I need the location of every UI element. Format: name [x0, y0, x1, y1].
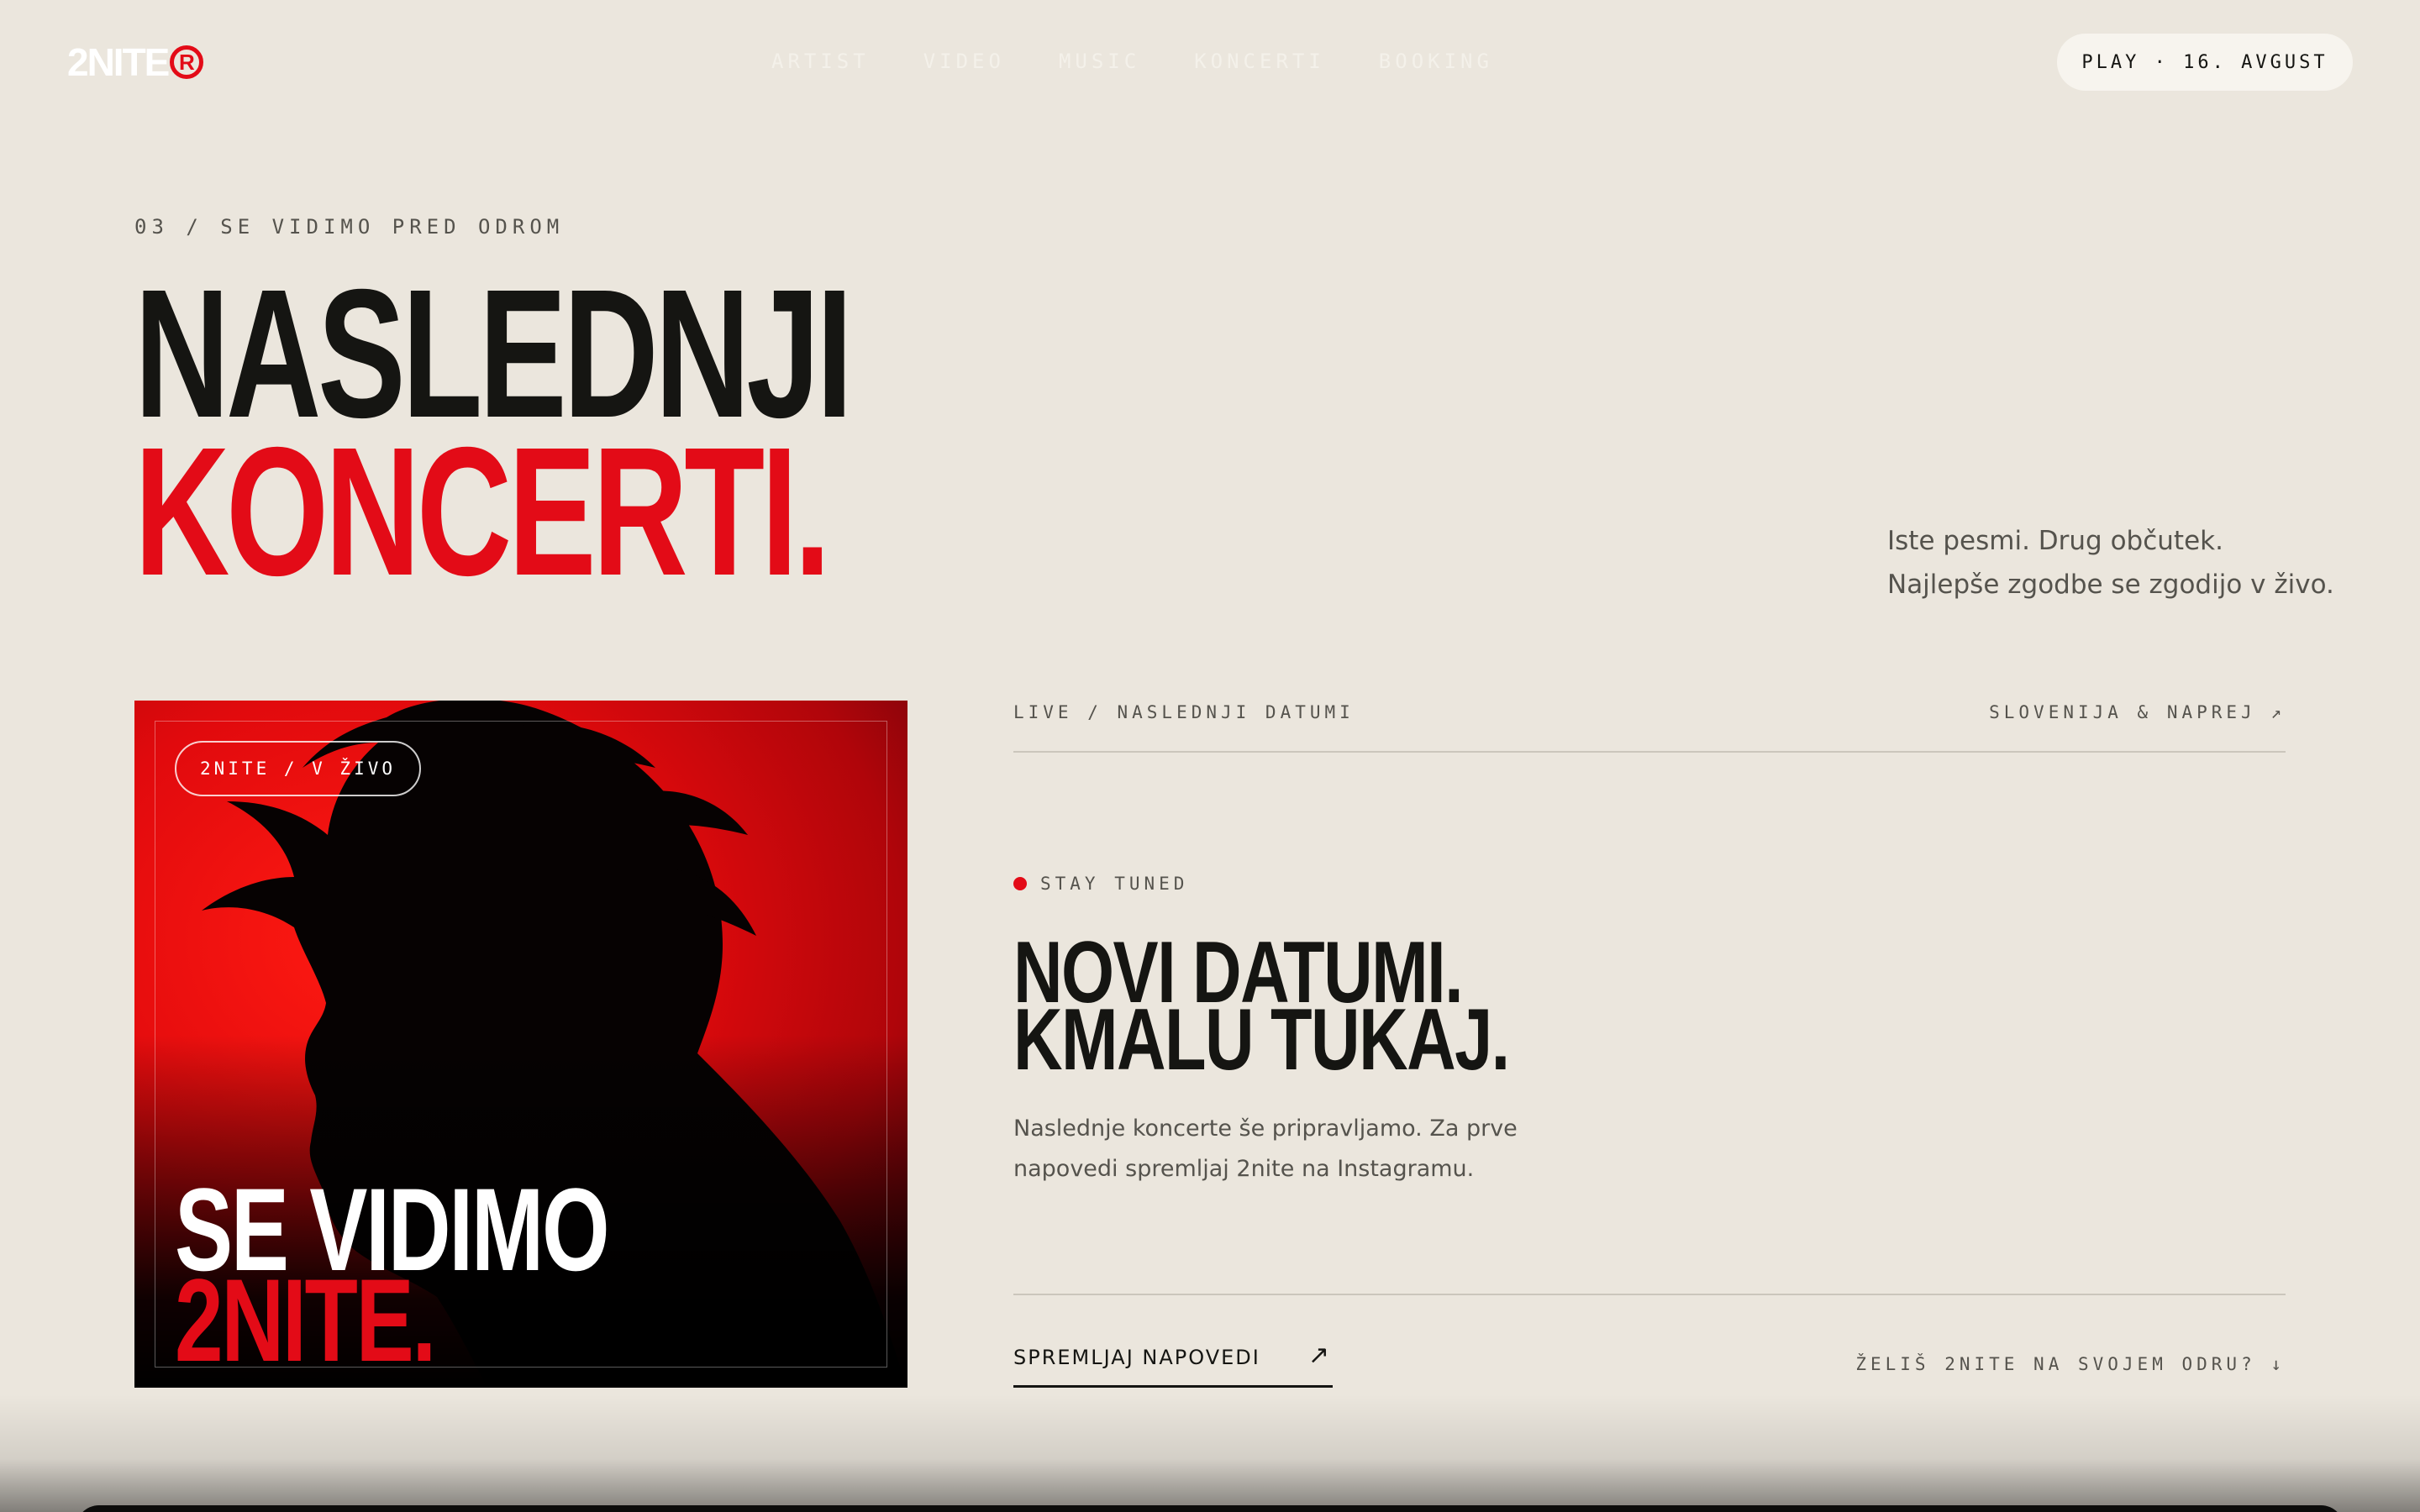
logo-text: 2NITE — [67, 40, 170, 84]
status-text: STAY TUNED — [1040, 874, 1189, 894]
nav-item-koncerti[interactable]: KONCERTI — [1194, 47, 1325, 76]
hero-tagline: Iste pesmi. Drug občutek. Najlepše zgodb… — [1887, 519, 2334, 606]
tagline-line2: Najlepše zgodbe se zgodijo v živo. — [1887, 570, 2334, 600]
divider — [1013, 1294, 2286, 1295]
follow-announcements-button[interactable]: SPREMLJAJ NAPOVEDI ↗ — [1013, 1341, 1333, 1388]
main-nav: ARTIST VIDEO MUSIC KONCERTI BOOKING — [771, 47, 1493, 76]
nav-item-booking[interactable]: BOOKING — [1379, 47, 1493, 76]
nav-item-music[interactable]: MUSIC — [1059, 47, 1140, 76]
registered-mark-icon: R — [170, 45, 204, 79]
nav-item-artist[interactable]: ARTIST — [771, 47, 870, 76]
status-indicator: STAY TUNED — [1013, 874, 1188, 894]
announcement-headline-line2: KMALU TUKAJ. — [1013, 991, 1510, 1089]
logo[interactable]: 2NITE R — [67, 37, 204, 87]
section-eyebrow: 03 / SE VIDIMO PRED ODROM — [134, 215, 565, 239]
region-link[interactable]: SLOVENIJA & NAPREJ ↗ — [1989, 701, 2286, 724]
page-title: NASLEDNJI KONCERTI. — [134, 263, 853, 614]
follow-announcements-label: SPREMLJAJ NAPOVEDI — [1013, 1346, 1260, 1369]
booking-link[interactable]: ŽELIŠ 2NITE NA SVOJEM ODRU? ↓ — [1855, 1354, 2286, 1374]
next-section-edge — [76, 1505, 2344, 1512]
card-badge: 2NITE / V ŽIVO — [175, 741, 422, 796]
card-headline: SE VIDIMO 2NITE. — [175, 1171, 610, 1379]
status-dot-icon — [1013, 877, 1027, 890]
arrow-up-right-icon: ↗ — [1307, 1341, 1329, 1369]
live-dates-label: LIVE / NASLEDNJI DATUMI — [1013, 702, 1355, 722]
live-dates-header: LIVE / NASLEDNJI DATUMI SLOVENIJA & NAPR… — [1013, 701, 2286, 753]
page-title-line2: KONCERTI. — [134, 410, 831, 614]
announcement-description: Naslednje koncerte še pripravljamo. Za p… — [1013, 1116, 1518, 1182]
section-shadow — [0, 1394, 2420, 1512]
play-release-button[interactable]: PLAY · 16. AVGUST — [2057, 34, 2353, 91]
live-poster-card: 2NITE / V ŽIVO SE VIDIMO 2NITE. — [134, 701, 908, 1388]
announcement-headline: NOVI DATUMI. KMALU TUKAJ. — [1013, 929, 1510, 1089]
tagline-line1: Iste pesmi. Drug občutek. — [1887, 526, 2223, 556]
nav-item-video[interactable]: VIDEO — [923, 47, 1005, 76]
